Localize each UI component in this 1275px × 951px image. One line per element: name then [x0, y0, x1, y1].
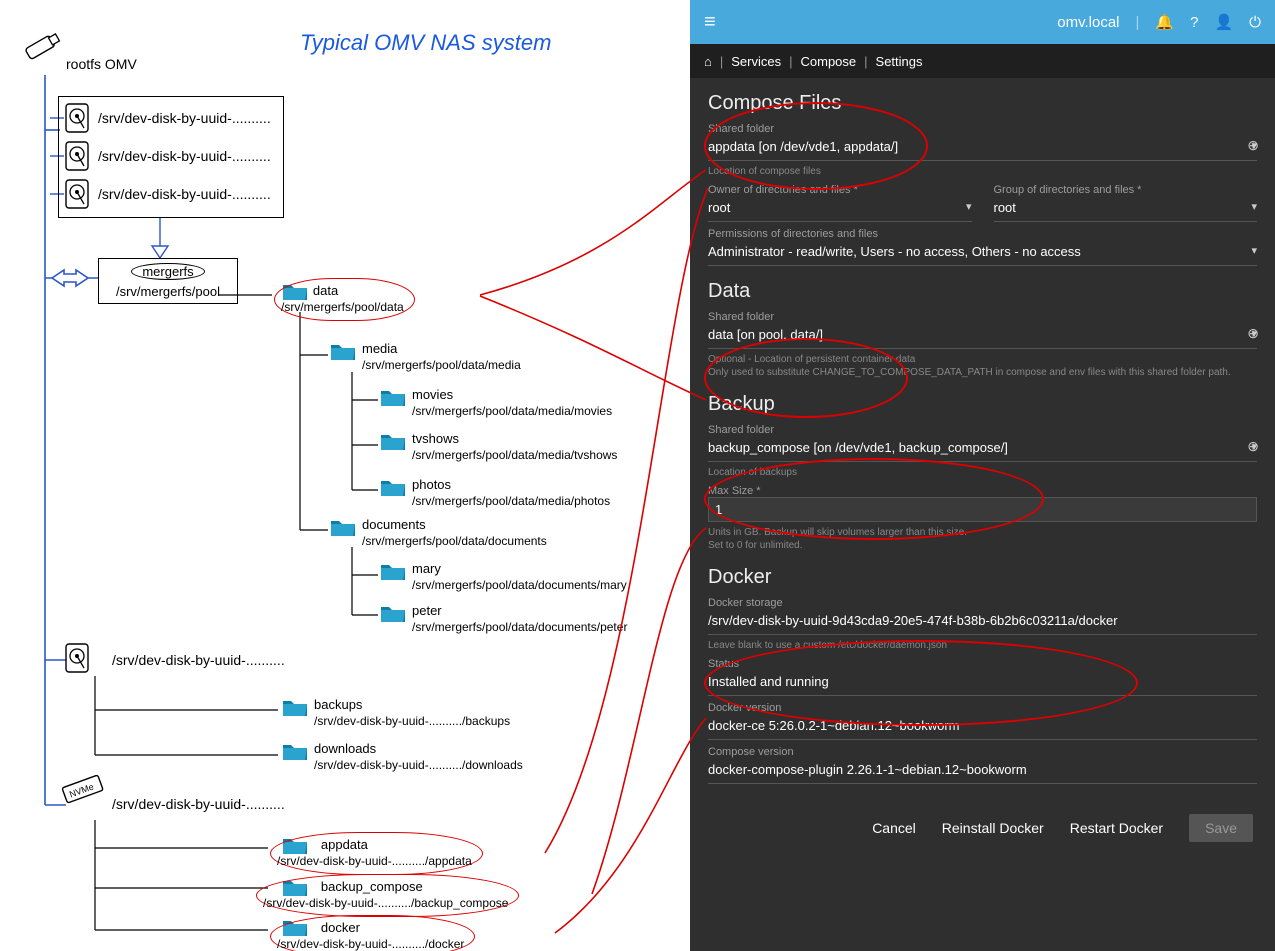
disk3-path: /srv/dev-disk-by-uuid-..........	[98, 186, 271, 202]
docker-storage-label: Docker storage	[708, 597, 1257, 609]
folder-media: media/srv/mergerfs/pool/data/media	[362, 340, 521, 373]
help-icon[interactable]: ?	[1190, 14, 1198, 31]
docker-ver-value: docker-ce 5:26.0.2-1~debian.12~bookworm	[708, 714, 1257, 740]
group-label: Group of directories and files *	[994, 184, 1258, 196]
crumb-services[interactable]: Services	[731, 54, 781, 69]
nvme-root: /srv/dev-disk-by-uuid-..........	[112, 796, 285, 812]
folder-photos: photos/srv/mergerfs/pool/data/media/phot…	[412, 476, 610, 509]
folder-documents: documents/srv/mergerfs/pool/data/documen…	[362, 516, 547, 549]
section-backup: Backup Shared folder backup_compose [on …	[708, 393, 1257, 552]
compose-title: Compose Files	[708, 92, 1257, 115]
disk1-path: /srv/dev-disk-by-uuid-..........	[98, 110, 271, 126]
max-size-input[interactable]	[708, 497, 1257, 522]
folder-appdata: appdata/srv/dev-disk-by-uuid-........../…	[270, 832, 483, 875]
folder-movies: movies/srv/mergerfs/pool/data/media/movi…	[412, 386, 612, 419]
button-bar: Cancel Reinstall Docker Restart Docker S…	[690, 814, 1253, 842]
perm-label: Permissions of directories and files	[708, 228, 1257, 240]
docker-title: Docker	[708, 566, 1257, 589]
hamburger-icon[interactable]: ≡	[704, 11, 716, 34]
docker-storage-input[interactable]: /srv/dev-disk-by-uuid-9d43cda9-20e5-474f…	[708, 609, 1257, 635]
cancel-button[interactable]: Cancel	[872, 820, 916, 836]
compose-loc-hint: Location of compose files	[708, 165, 1257, 178]
folder-backups: backups/srv/dev-disk-by-uuid-........../…	[314, 696, 510, 729]
section-docker: Docker Docker storage /srv/dev-disk-by-u…	[708, 566, 1257, 784]
crumb-settings[interactable]: Settings	[876, 54, 923, 69]
disk2-root: /srv/dev-disk-by-uuid-..........	[112, 652, 285, 668]
docker-status-label: Status	[708, 658, 1257, 670]
reinstall-button[interactable]: Reinstall Docker	[942, 820, 1044, 836]
diagram-area: Typical OMV NAS system	[0, 0, 690, 951]
breadcrumb: ⌂| Services| Compose| Settings	[690, 44, 1275, 78]
owner-label: Owner of directories and files *	[708, 184, 972, 196]
docker-status-value: Installed and running	[708, 670, 1257, 696]
folder-tvshows: tvshows/srv/mergerfs/pool/data/media/tvs…	[412, 430, 617, 463]
data-hint: Optional - Location of persistent contai…	[708, 353, 1257, 379]
section-compose: Compose Files Shared folder appdata [on …	[708, 92, 1257, 266]
compose-ver-value: docker-compose-plugin 2.26.1-1~debian.12…	[708, 758, 1257, 784]
docker-storage-hint: Leave blank to use a custom /etc/docker/…	[708, 639, 1257, 652]
backup-title: Backup	[708, 393, 1257, 416]
docker-ver-label: Docker version	[708, 702, 1257, 714]
crumb-compose[interactable]: Compose	[801, 54, 857, 69]
compose-ver-label: Compose version	[708, 746, 1257, 758]
compose-shared-label: Shared folder	[708, 123, 1257, 135]
section-data: Data Shared folder data [on pool, data/]…	[708, 280, 1257, 379]
mergerfs-path: /srv/mergerfs/pool	[109, 284, 227, 299]
folder-mary: mary/srv/mergerfs/pool/data/documents/ma…	[412, 560, 627, 593]
folder-docker: docker/srv/dev-disk-by-uuid-........../d…	[270, 915, 475, 951]
backup-hint: Units in GB. Backup will skip volumes la…	[708, 526, 1257, 552]
folder-downloads: downloads/srv/dev-disk-by-uuid-.........…	[314, 740, 523, 773]
folder-peter: peter/srv/mergerfs/pool/data/documents/p…	[412, 602, 627, 635]
disk2-path: /srv/dev-disk-by-uuid-..........	[98, 148, 271, 164]
backup-loc-hint: Location of backups	[708, 466, 1257, 479]
group-select[interactable]: root▾	[994, 196, 1258, 222]
backup-shared-select[interactable]: backup_compose [on /dev/vde1, backup_com…	[708, 436, 1257, 462]
bell-icon[interactable]: 🔔	[1155, 13, 1174, 31]
topbar: ≡ omv.local | 🔔 ? 👤 ⏻	[690, 0, 1275, 44]
data-shared-select[interactable]: data [on pool, data/]▾⊕	[708, 323, 1257, 349]
compose-shared-select[interactable]: appdata [on /dev/vde1, appdata/]▾⊕	[708, 135, 1257, 161]
save-button[interactable]: Save	[1189, 814, 1253, 842]
power-icon[interactable]: ⏻	[1249, 14, 1261, 31]
omv-settings-panel: ≡ omv.local | 🔔 ? 👤 ⏻ ⌂| Services| Compo…	[690, 0, 1275, 951]
restart-button[interactable]: Restart Docker	[1070, 820, 1163, 836]
folder-data: data/srv/mergerfs/pool/data	[274, 278, 415, 321]
mergerfs-box: mergerfs /srv/mergerfs/pool	[98, 258, 238, 304]
data-title: Data	[708, 280, 1257, 303]
folder-backup-compose: backup_compose/srv/dev-disk-by-uuid-....…	[256, 874, 519, 917]
backup-shared-label: Shared folder	[708, 424, 1257, 436]
mergerfs-tag: mergerfs	[131, 263, 204, 280]
host-label[interactable]: omv.local	[1057, 14, 1119, 31]
perm-select[interactable]: Administrator - read/write, Users - no a…	[708, 240, 1257, 266]
data-shared-label: Shared folder	[708, 311, 1257, 323]
rootfs-label: rootfs OMV	[66, 56, 137, 72]
home-icon[interactable]: ⌂	[704, 54, 712, 69]
owner-select[interactable]: root▾	[708, 196, 972, 222]
user-icon[interactable]: 👤	[1214, 13, 1233, 31]
max-label: Max Size *	[708, 485, 1257, 497]
